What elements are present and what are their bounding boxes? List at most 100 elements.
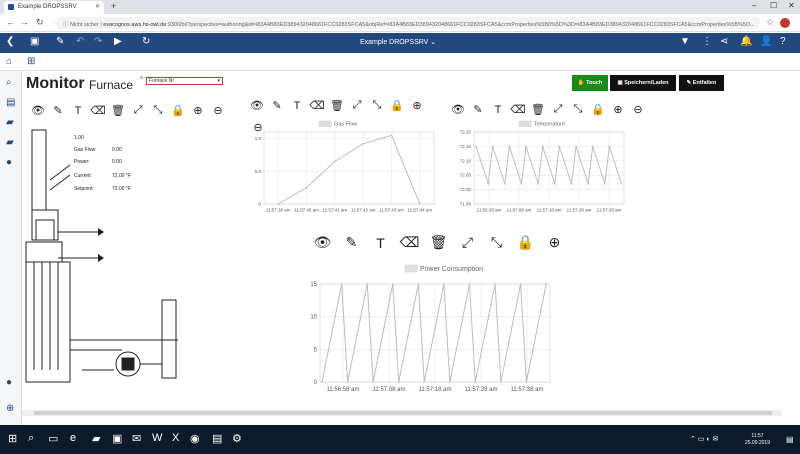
lock-icon[interactable]: 🔒 — [588, 103, 608, 116]
zoom-in-icon[interactable]: ⊕ — [540, 234, 569, 251]
word-icon[interactable]: W — [152, 432, 162, 444]
save-load-button[interactable]: ▣ Speichern/Laden — [610, 75, 676, 91]
url-field[interactable]: ⓘ Nicht sicher | evacognos.aws.hs-owl.de… — [55, 17, 760, 29]
new-item-icon[interactable]: ⊕ — [6, 403, 14, 414]
eraser-icon[interactable]: ⌫ — [395, 234, 424, 251]
data-point — [620, 182, 623, 185]
lock-icon[interactable]: 🔒 — [168, 104, 188, 117]
text-icon[interactable]: T — [488, 104, 508, 116]
more-options-icon[interactable]: ⋮ — [702, 36, 712, 47]
notification-center-icon[interactable]: ▤ — [786, 435, 794, 444]
view-eye-icon[interactable]: 👁 — [28, 104, 48, 117]
delete-trash-icon[interactable]: 🗑 — [528, 103, 548, 116]
text-icon[interactable]: T — [366, 235, 395, 251]
taskbar-clock[interactable]: 11:57 25.09.2019 — [745, 433, 770, 447]
settings-gear-icon[interactable]: ⚙ — [232, 432, 242, 445]
view-eye-icon[interactable]: 👁 — [308, 234, 337, 251]
folder-icon[interactable]: ▰ — [6, 117, 14, 128]
hierarchy-icon[interactable]: ⊞ — [27, 56, 35, 67]
play-menu-icon[interactable]: ▶ — [114, 36, 122, 47]
report-title[interactable]: Example DROPSSRV ⌄ — [360, 38, 436, 46]
system-tray-icon[interactable]: ⌃ ▭ ◐ ✉ — [690, 435, 718, 443]
filter-icon[interactable]: ▼ — [680, 36, 690, 47]
refresh-icon[interactable]: ↻ — [142, 36, 150, 47]
eraser-icon[interactable]: ⌫ — [88, 104, 108, 117]
chrome-icon[interactable]: ◉ — [190, 432, 200, 445]
delete-trash-icon[interactable]: 🗑 — [108, 104, 128, 117]
lock-icon[interactable]: 🔒 — [387, 99, 407, 112]
y-tick-label: 0 — [314, 380, 318, 386]
recent-icon[interactable]: ● — [6, 157, 12, 168]
eraser-icon[interactable]: ⌫ — [508, 103, 528, 116]
taskbar-search-icon[interactable]: ⌕ — [28, 432, 34, 445]
minimize-icon[interactable]: – — [752, 1, 756, 10]
collapse-icon[interactable]: ⤡ — [148, 104, 168, 117]
home-icon[interactable]: ⌂ — [6, 56, 12, 67]
edit-pencil-icon[interactable]: ✎ — [56, 36, 64, 47]
zoom-in-icon[interactable]: ⊕ — [608, 103, 628, 116]
team-content-icon[interactable]: ▤ — [6, 97, 15, 108]
undo-icon[interactable]: ↶ — [76, 36, 84, 47]
expand-icon[interactable]: ⤢ — [128, 104, 148, 117]
x-tick-label: 11:57:28 am — [465, 387, 498, 393]
close-window-icon[interactable]: ✕ — [788, 1, 795, 10]
expand-icon[interactable]: ⤢ — [347, 99, 367, 112]
profile-avatar[interactable] — [780, 18, 790, 28]
maximize-icon[interactable]: ☐ — [770, 1, 777, 10]
store-icon[interactable]: ▣ — [112, 432, 122, 445]
lock-icon[interactable]: 🔒 — [511, 234, 540, 251]
collapse-icon[interactable]: ⤡ — [482, 234, 511, 251]
bookmark-star-icon[interactable]: ☆ — [766, 17, 774, 28]
excel-icon[interactable]: X — [172, 432, 179, 444]
zoom-out-icon[interactable]: ⊖ — [628, 103, 648, 116]
view-eye-icon[interactable]: 👁 — [247, 99, 267, 112]
browser-tab[interactable]: Example DROPSSRV ✕ — [4, 1, 104, 14]
delete-trash-icon[interactable]: 🗑 — [327, 99, 347, 112]
security-info-icon[interactable]: ⓘ — [63, 22, 69, 28]
shared-folder-icon[interactable]: ▰ — [6, 137, 14, 148]
forward-icon[interactable]: → — [20, 17, 29, 27]
touch-button[interactable]: ✋ Touch — [572, 75, 608, 91]
horizontal-scrollbar[interactable] — [22, 410, 782, 416]
collapse-icon[interactable]: ⤡ — [367, 99, 387, 112]
back-icon[interactable]: ← — [6, 17, 15, 27]
edit-icon[interactable]: ✎ — [48, 104, 68, 117]
mail-icon[interactable]: ✉ — [132, 432, 141, 445]
edit-icon[interactable]: ✎ — [267, 99, 287, 112]
zoom-in-icon[interactable]: ⊕ — [188, 104, 208, 117]
zoom-in-icon[interactable]: ⊕ — [407, 99, 427, 112]
reload-icon[interactable]: ↻ — [36, 17, 44, 28]
edge-browser-icon[interactable]: e — [70, 432, 76, 444]
help-icon[interactable]: ? — [780, 36, 786, 47]
task-view-icon[interactable]: ▭ — [48, 432, 58, 445]
search-icon[interactable]: ⌕ — [6, 77, 12, 88]
save-menu-icon[interactable]: ▣ — [30, 36, 39, 47]
file-explorer-icon[interactable]: ▰ — [92, 432, 100, 445]
expand-icon[interactable]: ⤢ — [453, 234, 482, 251]
new-tab-icon[interactable]: + — [111, 1, 116, 11]
edit-icon[interactable]: ✎ — [337, 234, 366, 251]
eraser-icon[interactable]: ⌫ — [307, 99, 327, 112]
text-icon[interactable]: T — [287, 100, 307, 112]
account-icon[interactable]: ● — [6, 377, 12, 388]
redo-icon[interactable]: ↷ — [94, 36, 102, 47]
delete-trash-icon[interactable]: 🗑 — [424, 234, 453, 251]
expand-button[interactable]: ✎ Entfalten — [679, 75, 724, 91]
share-icon[interactable]: ⋖ — [720, 36, 728, 47]
view-eye-icon[interactable]: 👁 — [448, 103, 468, 116]
app-icon[interactable]: ▤ — [212, 432, 222, 445]
scrollbar-thumb[interactable] — [34, 411, 772, 415]
notifications-bell-icon[interactable]: 🔔 — [740, 36, 752, 47]
furnace-select[interactable]: Furnace Nr — [146, 77, 223, 85]
collapse-icon[interactable]: ⤡ — [568, 103, 588, 116]
close-tab-icon[interactable]: ✕ — [95, 3, 100, 10]
text-icon[interactable]: T — [68, 105, 88, 117]
user-icon[interactable]: 👤 — [760, 36, 772, 47]
edit-icon[interactable]: ✎ — [468, 103, 488, 116]
expand-icon[interactable]: ⤢ — [548, 103, 568, 116]
data-point — [608, 145, 611, 148]
x-tick-label: 11:57:40 am — [294, 208, 319, 213]
zoom-out-icon[interactable]: ⊖ — [208, 104, 228, 117]
start-windows-icon[interactable]: ⊞ — [8, 432, 17, 445]
data-point — [494, 283, 496, 285]
